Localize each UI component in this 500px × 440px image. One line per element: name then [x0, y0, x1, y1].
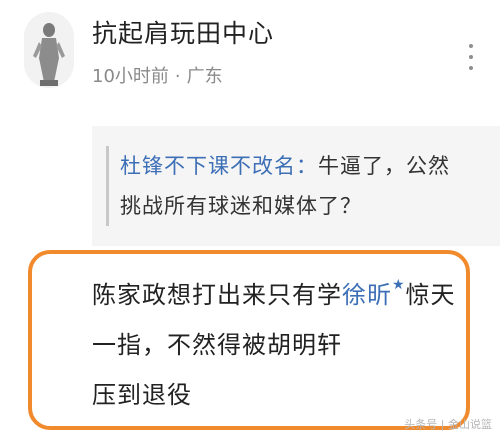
- quoted-line2: 挑战所有球迷和媒体了？: [120, 194, 362, 218]
- quoted-author[interactable]: 杜锋不下课不改名：: [120, 154, 318, 178]
- quote-bar: [106, 146, 109, 226]
- dot: [469, 55, 473, 59]
- vertical-dots-icon[interactable]: [464, 38, 478, 78]
- dot: [469, 66, 473, 70]
- dot: [469, 44, 473, 48]
- quoted-line1: 牛逼了，公然: [318, 154, 450, 178]
- post-location: 广东: [186, 66, 223, 87]
- reply-line1-pre: 陈家政想打出来只有学: [92, 281, 342, 309]
- username[interactable]: 抗起肩玩田中心: [92, 14, 274, 50]
- meta-separator: ·: [174, 66, 181, 87]
- comment-page: 抗起肩玩田中心 10小时前 · 广东 杜锋不下课不改名：牛逼了，公然 挑战所有球迷和…: [0, 0, 500, 440]
- star-badge-icon: ★: [392, 277, 406, 293]
- post-meta: 10小时前 · 广东: [92, 62, 223, 88]
- reply-line1-post: 惊天: [405, 281, 456, 309]
- statue-avatar-image: [24, 12, 74, 88]
- reply-line2: 一指，不然得被胡明轩: [92, 331, 342, 359]
- reply-text: 陈家政想打出来只有学徐昕★惊天 一指，不然得被胡明轩 压到退役: [92, 270, 472, 420]
- avatar[interactable]: [24, 12, 74, 88]
- watermark: 头条号 | 金山说篮: [404, 418, 492, 431]
- mention-link[interactable]: 徐昕: [342, 281, 392, 309]
- post-time: 10小时前: [92, 66, 169, 87]
- reply-line3: 压到退役: [92, 381, 192, 409]
- quoted-comment[interactable]: 杜锋不下课不改名：牛逼了，公然 挑战所有球迷和媒体了？: [92, 126, 500, 246]
- quoted-text: 杜锋不下课不改名：牛逼了，公然 挑战所有球迷和媒体了？: [120, 146, 480, 226]
